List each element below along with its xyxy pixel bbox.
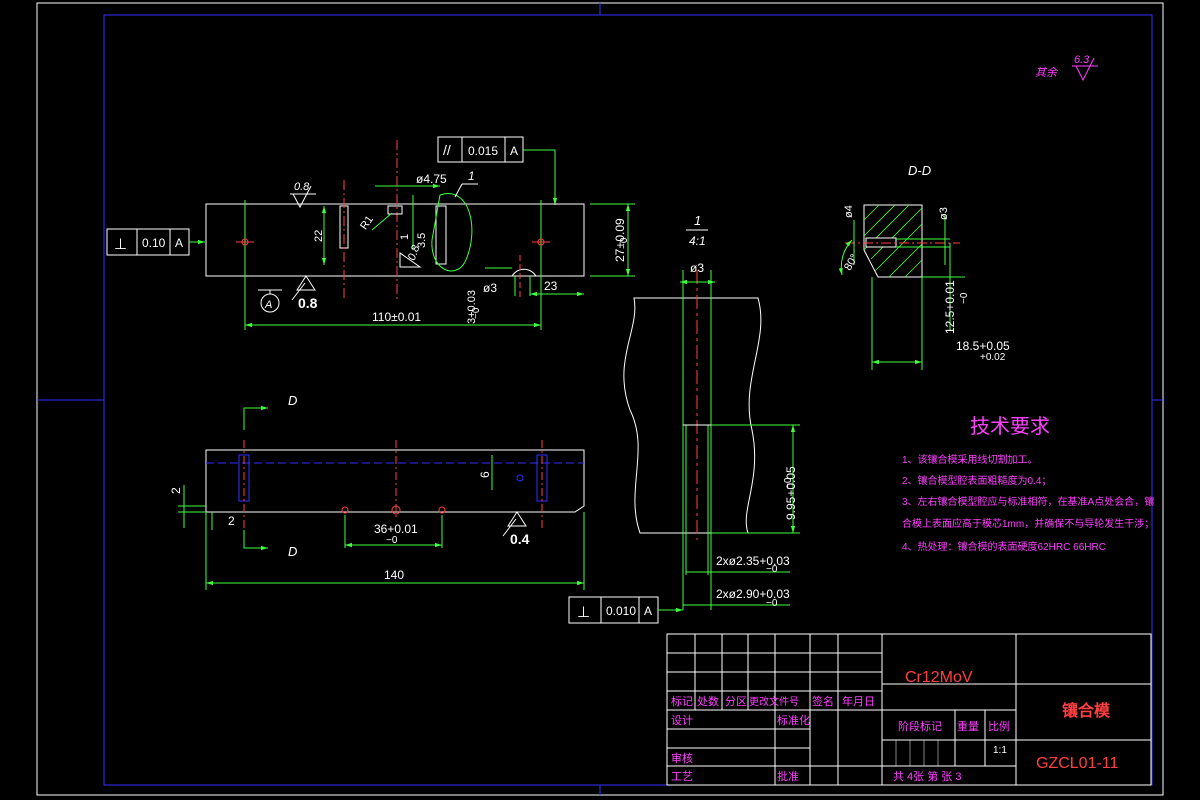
svg-text:2: 2	[169, 487, 183, 494]
svg-text:共 4张 第 张 3: 共 4张 第 张 3	[893, 769, 961, 783]
svg-text:D-D: D-D	[908, 163, 931, 178]
svg-text:D: D	[288, 393, 297, 408]
svg-text:比例: 比例	[988, 719, 1010, 733]
svg-text:2xø2.35+0.03: 2xø2.35+0.03	[716, 554, 790, 568]
technical-requirements: 技术要求 1、该镶合模采用线切割加工。 2、镶合模型腔表面粗糙度为0.4； 3、…	[902, 415, 1154, 553]
svg-text:⊥: ⊥	[577, 604, 590, 621]
svg-text:D: D	[288, 544, 297, 559]
svg-text:140: 140	[384, 568, 404, 582]
svg-text:36+0.01: 36+0.01	[374, 522, 418, 536]
svg-text:0.8: 0.8	[298, 295, 318, 311]
svg-text:12.5+0.01: 12.5+0.01	[943, 280, 957, 334]
svg-text:更改文件号: 更改文件号	[749, 695, 799, 708]
svg-text:A: A	[510, 144, 518, 158]
svg-text:ø4.75: ø4.75	[416, 172, 447, 186]
svg-text:0.015: 0.015	[468, 144, 498, 158]
svg-text:3.5: 3.5	[416, 233, 428, 248]
svg-text:1、该镶合模采用线切割加工。: 1、该镶合模采用线切割加工。	[902, 453, 1038, 466]
svg-text:2: 2	[228, 514, 235, 528]
svg-text:ø3: ø3	[938, 207, 950, 220]
svg-text:22: 22	[313, 230, 325, 242]
svg-text:签名: 签名	[812, 694, 834, 708]
top-view-dims: 0.8 ø4.75 1 R1 22 1 3.5 0.8 27+0.09 −0 ø…	[245, 169, 635, 328]
svg-text:ø4: ø4	[843, 205, 855, 218]
svg-text:4、热处理：镶合模的表面硬度62HRC 66HRC: 4、热处理：镶合模的表面硬度62HRC 66HRC	[902, 540, 1106, 553]
detail-view: 1 4:1 ø3 9.95+0.05 −0 2xø2.35+0.03 −0 2x…	[623, 213, 800, 610]
svg-text:−0: −0	[766, 564, 778, 575]
svg-text:ø3: ø3	[690, 261, 704, 275]
svg-text:−0: −0	[783, 477, 794, 489]
general-roughness: 其余 6.3	[1035, 54, 1098, 82]
svg-text://: //	[443, 142, 451, 158]
svg-text:Cr12MoV: Cr12MoV	[905, 669, 973, 686]
svg-text:标准化: 标准化	[777, 713, 810, 727]
perp-tolerance-bottom: ⊥ 0.010 A	[568, 596, 683, 624]
svg-text:处数: 处数	[697, 695, 719, 708]
svg-text:镶合模: 镶合模	[1062, 701, 1111, 720]
svg-text:标记: 标记	[671, 694, 693, 708]
svg-text:23: 23	[544, 279, 558, 293]
svg-text:GZCL01-11: GZCL01-11	[1036, 755, 1119, 772]
svg-text:0.4: 0.4	[510, 531, 530, 547]
svg-text:2、镶合模型腔表面粗糙度为0.4；: 2、镶合模型腔表面粗糙度为0.4；	[902, 474, 1051, 487]
svg-text:其余: 其余	[1035, 66, 1059, 79]
front-view	[205, 440, 585, 530]
svg-text:110±0.01: 110±0.01	[372, 310, 421, 324]
svg-text:0.10: 0.10	[142, 236, 166, 250]
svg-text:重量: 重量	[957, 719, 979, 733]
svg-text:年月日: 年月日	[842, 694, 875, 708]
svg-text:+0.02: +0.02	[980, 352, 1006, 363]
section-d-d: D-D ø4 ø3 80° 12.5+0.01 −0 18.5+0.05 +0.…	[838, 163, 1010, 370]
svg-text:0.010: 0.010	[606, 604, 636, 618]
top-view	[205, 140, 585, 330]
svg-text:18.5+0.05: 18.5+0.05	[956, 339, 1010, 353]
svg-text:审核: 审核	[671, 751, 693, 765]
svg-text:A: A	[644, 604, 652, 618]
svg-text:80°: 80°	[842, 252, 861, 272]
perp-tolerance-top: ⊥ 0.10 A	[106, 228, 205, 256]
svg-text:6: 6	[478, 471, 492, 478]
svg-text:ø3: ø3	[483, 281, 497, 295]
svg-text:1: 1	[468, 169, 475, 183]
svg-text:A: A	[175, 236, 183, 250]
front-view-dims: D D 2 2 6 36+0.01 −0 0.4 140	[169, 393, 585, 590]
svg-text:1:1: 1:1	[993, 745, 1007, 756]
svg-text:技术要求: 技术要求	[970, 415, 1050, 438]
svg-text:合模上表面应高于模芯1mm，并确保不与导轮发生干涉；: 合模上表面应高于模芯1mm，并确保不与导轮发生干涉；	[902, 517, 1154, 530]
svg-text:4:1: 4:1	[689, 234, 706, 248]
svg-text:设计: 设计	[671, 714, 693, 727]
svg-text:⊥: ⊥	[114, 236, 127, 253]
svg-text:−0: −0	[471, 307, 482, 319]
svg-text:工艺: 工艺	[671, 770, 693, 783]
drawing-frame	[36, 2, 1164, 796]
svg-text:2xø2.90+0.03: 2xø2.90+0.03	[716, 587, 790, 601]
svg-text:批准: 批准	[777, 769, 799, 783]
svg-text:3、左右镶合模型腔应与标准相符，在基准A点处会合，镶: 3、左右镶合模型腔应与标准相符，在基准A点处会合，镶	[902, 495, 1154, 508]
svg-text:6.3: 6.3	[1074, 54, 1090, 66]
svg-text:−0: −0	[766, 598, 778, 609]
svg-text:−0: −0	[959, 292, 970, 304]
svg-text:阶段标记: 阶段标记	[898, 719, 942, 733]
svg-text:9.95+0.05: 9.95+0.05	[784, 466, 798, 520]
svg-text:1: 1	[399, 234, 411, 240]
cad-drawing: 其余 6.3 // 0.015 A ⊥ 0.10 A 0.8 ø4.75 1 R…	[36, 2, 1164, 796]
svg-text:−0: −0	[386, 535, 398, 546]
svg-text:分区: 分区	[725, 695, 747, 708]
svg-text:A: A	[264, 299, 272, 311]
svg-text:1: 1	[694, 213, 701, 228]
svg-text:−0: −0	[619, 237, 630, 249]
